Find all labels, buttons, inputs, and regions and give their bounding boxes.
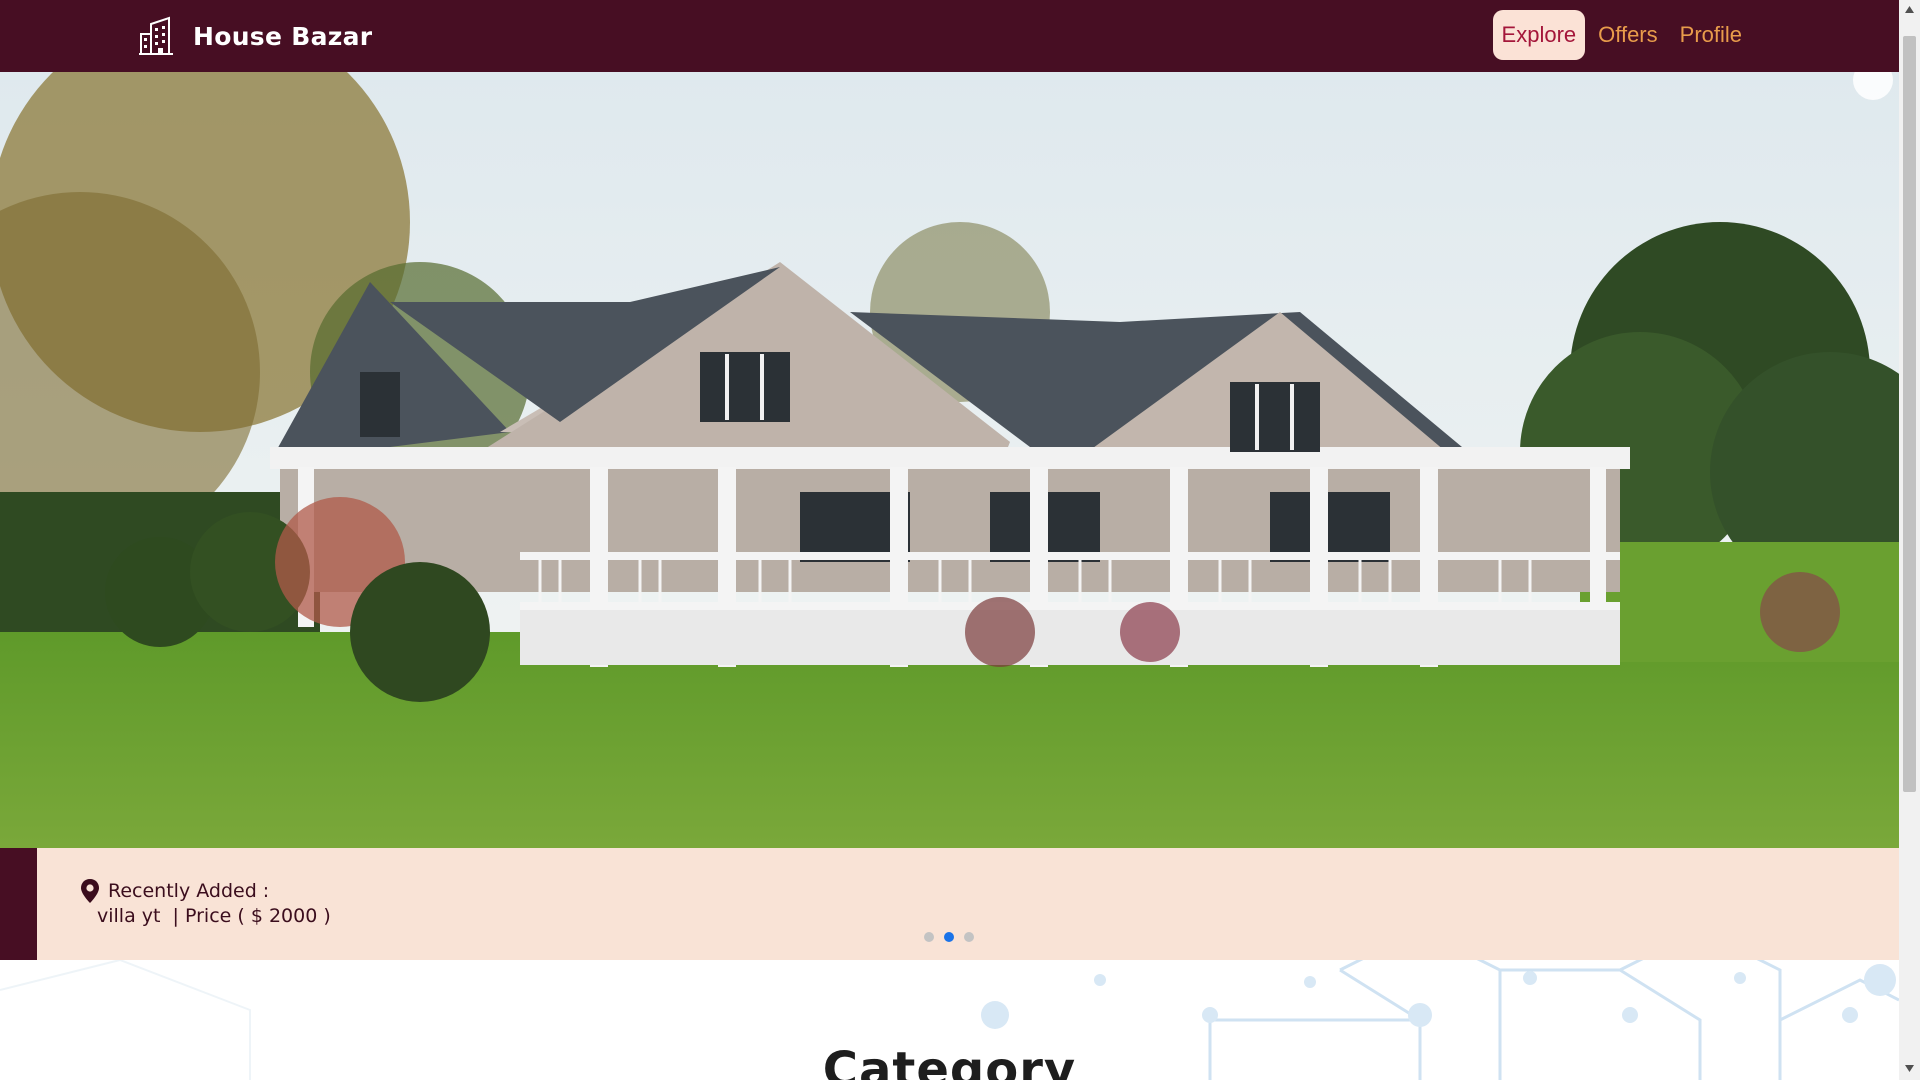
caption-heading: Recently Added : [80, 878, 269, 904]
house-photo [0, 72, 1899, 848]
nav-explore[interactable]: Explore [1492, 10, 1586, 60]
caption-title: Recently Added : [108, 880, 270, 902]
carousel-dot-3[interactable] [964, 932, 974, 942]
carousel-dot-2[interactable] [944, 932, 954, 942]
brand[interactable]: House Bazar [137, 16, 372, 56]
category-title: Category [822, 1042, 1077, 1080]
caption-accent-bar [0, 848, 37, 960]
hero-carousel[interactable] [0, 72, 1899, 848]
nav-offers[interactable]: Offers [1589, 10, 1667, 60]
scrollbar-thumb[interactable] [1903, 36, 1916, 792]
buildings-icon [139, 16, 173, 55]
nav-profile[interactable]: Profile [1671, 10, 1751, 60]
location-pin-icon [81, 879, 99, 903]
page-scrollbar[interactable] [1899, 0, 1920, 1080]
top-navbar: House Bazar Explore Offers Profile [0, 0, 1899, 72]
brand-name: House Bazar [193, 21, 373, 51]
carousel-dot-1[interactable] [924, 932, 934, 942]
category-section: Category [0, 960, 1899, 1080]
carousel-caption: Recently Added : villa yt | Price ( $ 20… [0, 848, 1899, 960]
scroll-up-arrow-icon[interactable] [1903, 4, 1916, 16]
caption-detail: villa yt | Price ( $ 2000 ) [97, 905, 331, 927]
carousel-indicators [924, 932, 974, 942]
scroll-down-arrow-icon[interactable] [1903, 1062, 1916, 1074]
nav-links: Explore Offers Profile [1492, 10, 1751, 60]
